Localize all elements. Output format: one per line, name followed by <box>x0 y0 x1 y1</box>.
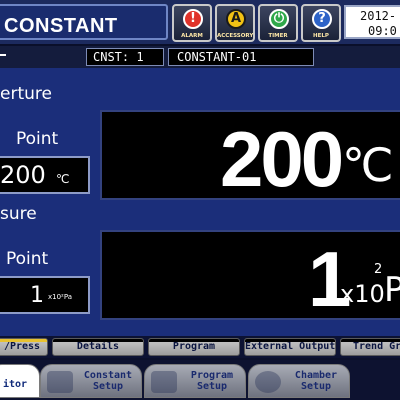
pressure-current-display: 1 x10 2 P <box>100 230 400 323</box>
pressure-current-unit-exponent: 2 <box>374 262 383 277</box>
tab-program[interactable]: Program <box>148 338 240 356</box>
tab-accent <box>341 339 400 342</box>
tab-accent <box>53 339 143 342</box>
help-button[interactable]: ? HELP <box>301 4 341 42</box>
tab-temp-press[interactable]: /Press <box>0 338 48 356</box>
temperature-setpoint-unit: ℃ <box>56 172 70 186</box>
accessory-label: ACCESSORY <box>217 33 254 39</box>
temperature-label: erture <box>0 84 52 104</box>
tab-program-setup[interactable]: Program Setup <box>144 364 246 398</box>
alarm-label: ALARM <box>181 33 203 39</box>
chamber-setup-icon <box>255 371 281 393</box>
tab-trend-graph[interactable]: Trend Gra <box>340 338 400 356</box>
constant-name-field: CONSTANT-01 <box>168 48 314 66</box>
date-text: 2012- <box>360 9 397 23</box>
program-setup-icon <box>151 371 177 393</box>
datetime-display: 2012- 09:0 <box>344 5 400 39</box>
tab-details[interactable]: Details <box>52 338 144 356</box>
temperature-setpoint-value: 200 <box>0 161 46 189</box>
tab-label: Trend Gra <box>353 341 400 352</box>
pressure-setpoint-unit: x10²Pa <box>48 293 73 301</box>
tab-accent <box>149 339 239 342</box>
tab-accent <box>0 339 47 342</box>
accessory-button[interactable]: A ACCESSORY <box>215 4 255 42</box>
tab-program-setup-label: Program Setup <box>190 370 234 392</box>
alarm-icon: ! <box>183 9 203 29</box>
mode-title-box: CONSTANT <box>0 4 168 40</box>
tab-constant-setup-label: Constant Setup <box>83 370 133 392</box>
tab-label: External Output <box>245 341 336 352</box>
time-text: 09:0 <box>368 24 397 38</box>
timer-label: TIMER <box>268 33 288 39</box>
tab-monitor-label: itor <box>3 379 28 390</box>
timer-icon: ⏻ <box>269 9 289 29</box>
accessory-icon: A <box>226 9 246 29</box>
pressure-current-unit-base: x10 <box>340 280 385 308</box>
alarm-button[interactable]: ! ALARM <box>172 4 212 42</box>
tab-external-output[interactable]: External Output <box>244 338 336 356</box>
temperature-setpoint-field[interactable]: 200 ℃ <box>0 156 90 194</box>
strip-marker <box>0 54 6 56</box>
pressure-setpoint-value: 1 <box>30 283 44 308</box>
pressure-setpoint-field[interactable]: 1 x10²Pa <box>0 276 90 314</box>
tab-label: Details <box>76 341 120 352</box>
tab-label: /Press <box>3 341 41 352</box>
pressure-label: sure <box>0 204 37 224</box>
temperature-current-unit: ℃ <box>342 138 394 192</box>
timer-button[interactable]: ⏻ TIMER <box>258 4 298 42</box>
tab-constant-setup[interactable]: Constant Setup <box>40 364 142 398</box>
temperature-current-value: 200 <box>220 115 344 203</box>
tab-label: Program <box>172 341 216 352</box>
tab-chamber-setup[interactable]: Chamber Setup <box>248 364 350 398</box>
tab-monitor[interactable]: itor <box>0 364 40 398</box>
help-label: HELP <box>313 33 329 39</box>
constant-number-field: CNST: 1 <box>86 48 164 66</box>
pressure-setpoint-label: Point <box>6 249 49 269</box>
constant-setup-icon <box>47 371 73 393</box>
page-title: CONSTANT <box>4 15 118 37</box>
help-icon: ? <box>312 9 332 29</box>
tab-chamber-setup-label: Chamber Setup <box>294 370 338 392</box>
pressure-current-unit-tail: P <box>384 270 400 310</box>
tab-accent <box>245 339 335 342</box>
temperature-current-display: 200 ℃ <box>100 110 400 203</box>
temperature-setpoint-label: Point <box>16 129 59 149</box>
